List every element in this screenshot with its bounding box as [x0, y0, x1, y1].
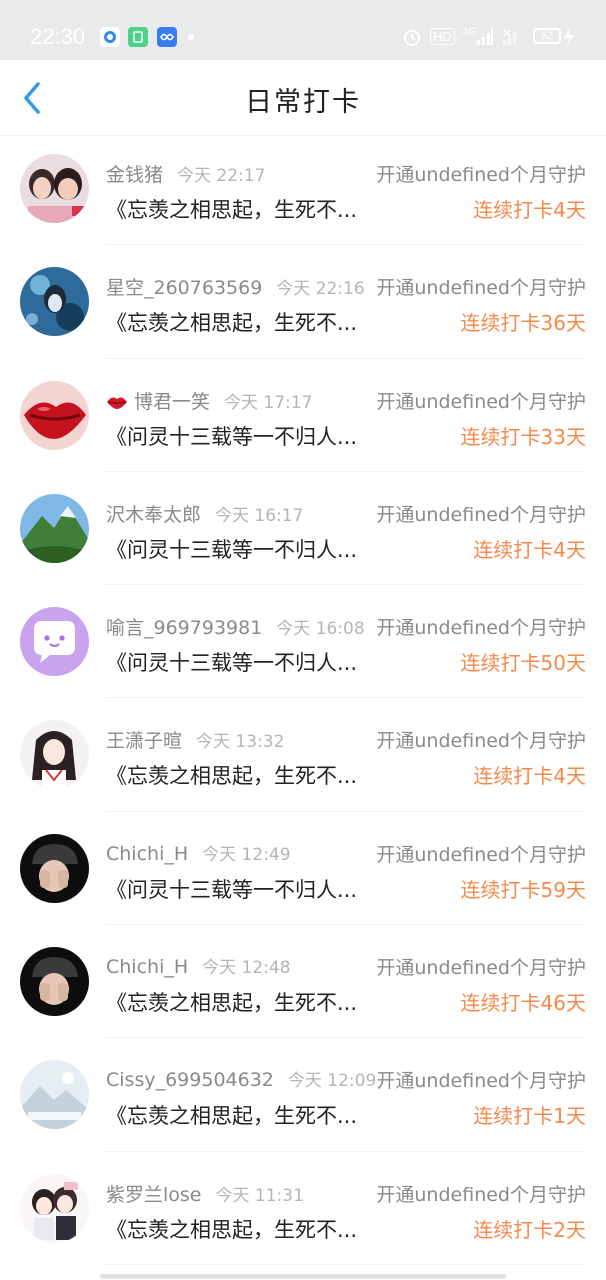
user-name[interactable]: 喻言_969793981: [106, 617, 262, 639]
user-name[interactable]: 王潇子暄: [106, 730, 182, 752]
signal-off-icon: [502, 28, 520, 50]
checkin-time: 今天 11:31: [215, 1185, 304, 1206]
list-item[interactable]: 王潇子暄 今天 13:32 开通undefined个月守护 《忘羡之相思起，生死不…: [0, 698, 606, 813]
notification-dot-icon: [188, 34, 194, 40]
guard-status: 开通undefined个月守护: [376, 843, 586, 866]
streak-count: 连续打卡36天: [460, 311, 586, 336]
streak-count: 连续打卡1天: [473, 1104, 586, 1129]
user-name[interactable]: 紫罗兰lose: [106, 1184, 202, 1206]
list-item[interactable]: 喻言_969793981 今天 16:08 开通undefined个月守护 《问灵…: [0, 585, 606, 699]
streak-count: 连续打卡4天: [473, 537, 586, 562]
user-name[interactable]: Chichi_H: [106, 956, 188, 978]
signal-icon: [476, 28, 494, 50]
song-title: 《忘羡之相思起，生死不...: [106, 991, 358, 1016]
app-notification-icon: [100, 27, 120, 47]
user-name[interactable]: Cissy_699504632: [106, 1069, 274, 1091]
guard-status: 开通undefined个月守护: [376, 730, 586, 753]
song-title: 《问灵十三载等一不归人...: [106, 424, 358, 449]
song-title: 《忘羡之相思起，生死不...: [106, 764, 358, 789]
avatar[interactable]: [20, 720, 89, 790]
avatar[interactable]: [20, 380, 89, 450]
checkin-time: 今天 17:17: [224, 392, 313, 413]
song-title: 《问灵十三载等一不归人...: [106, 877, 358, 902]
list-item[interactable]: 博君一笑 今天 17:17 开通undefined个月守护 《问灵十三载等一不归人…: [0, 359, 606, 473]
user-name[interactable]: 沢木奉太郎: [106, 504, 201, 526]
app-notification-icon: [157, 27, 177, 47]
status-bar: 22:30 HD 4G 52: [0, 0, 606, 60]
checkin-time: 今天 22:16: [276, 279, 365, 300]
streak-count: 连续打卡46天: [460, 991, 586, 1016]
alarm-icon: [402, 27, 422, 51]
list-item[interactable]: 金钱猪 今天 22:17 开通undefined个月守护 《忘羡之相思起，生死不.…: [0, 132, 606, 246]
list-item[interactable]: Chichi_H 今天 12:49 开通undefined个月守护 《问灵十三载等…: [0, 812, 606, 926]
song-title: 《忘羡之相思起，生死不...: [106, 1104, 358, 1129]
list-item[interactable]: Chichi_H 今天 12:48 开通undefined个月守护 《忘羡之相思起…: [0, 925, 606, 1039]
user-name[interactable]: 星空_260763569: [106, 277, 262, 299]
song-title: 《忘羡之相思起，生死不...: [106, 311, 358, 336]
streak-count: 连续打卡33天: [460, 424, 586, 449]
user-name[interactable]: 博君一笑: [134, 391, 210, 413]
avatar[interactable]: [20, 154, 89, 223]
streak-count: 连续打卡50天: [460, 651, 586, 676]
song-title: 《忘羡之相思起，生死不...: [106, 198, 358, 222]
streak-count: 连续打卡4天: [473, 764, 586, 789]
nav-header: 日常打卡: [0, 60, 606, 136]
streak-count: 连续打卡59天: [460, 877, 586, 902]
checkin-list: 金钱猪 今天 22:17 开通undefined个月守护 《忘羡之相思起，生死不.…: [0, 132, 606, 1266]
avatar[interactable]: [20, 1060, 89, 1130]
list-item[interactable]: 紫罗兰lose 今天 11:31 开通undefined个月守护 《忘羡之相思起，…: [0, 1152, 606, 1266]
page-title: 日常打卡: [245, 87, 361, 118]
battery-level: 52: [533, 28, 561, 44]
avatar[interactable]: [20, 947, 89, 1017]
guard-status: 开通undefined个月守护: [376, 390, 586, 413]
guard-status: 开通undefined个月守护: [376, 164, 586, 186]
avatar[interactable]: [20, 1173, 89, 1243]
streak-count: 连续打卡4天: [473, 198, 586, 222]
lips-icon: [106, 394, 128, 414]
home-indicator: [100, 1274, 506, 1279]
guard-status: 开通undefined个月守护: [376, 1070, 586, 1093]
list-item[interactable]: Cissy_699504632 今天 12:09 开通undefined个月守护 …: [0, 1038, 606, 1152]
avatar[interactable]: [20, 267, 89, 337]
checkin-time: 今天 22:17: [177, 166, 266, 186]
user-name[interactable]: Chichi_H: [106, 843, 188, 865]
hd-badge: HD: [430, 28, 455, 45]
checkin-time: 今天 12:48: [202, 958, 291, 979]
app-notification-icon: [128, 27, 148, 47]
list-item[interactable]: 星空_260763569 今天 22:16 开通undefined个月守护 《忘羡…: [0, 245, 606, 359]
guard-status: 开通undefined个月守护: [376, 277, 586, 300]
list-item[interactable]: 沢木奉太郎 今天 16:17 开通undefined个月守护 《问灵十三载等一不归…: [0, 472, 606, 586]
avatar[interactable]: [20, 493, 89, 563]
avatar[interactable]: [20, 607, 89, 677]
checkin-time: 今天 13:32: [196, 732, 285, 753]
status-time: 22:30: [30, 24, 86, 49]
checkin-time: 今天 16:17: [215, 505, 304, 526]
guard-status: 开通undefined个月守护: [376, 1183, 586, 1206]
charging-icon: [563, 28, 575, 50]
user-name[interactable]: 金钱猪: [106, 164, 163, 186]
checkin-time: 今天 12:09: [287, 1071, 377, 1092]
song-title: 《忘羡之相思起，生死不...: [106, 1217, 358, 1242]
checkin-time: 今天 16:08: [276, 619, 365, 640]
network-type: 4G: [462, 26, 477, 38]
guard-status: 开通undefined个月守护: [376, 957, 586, 980]
song-title: 《问灵十三载等一不归人...: [106, 537, 358, 562]
avatar[interactable]: [20, 833, 89, 903]
streak-count: 连续打卡2天: [473, 1217, 586, 1242]
checkin-time: 今天 12:49: [202, 844, 291, 865]
song-title: 《问灵十三载等一不归人...: [106, 651, 358, 676]
guard-status: 开通undefined个月守护: [376, 503, 586, 526]
guard-status: 开通undefined个月守护: [376, 617, 586, 640]
